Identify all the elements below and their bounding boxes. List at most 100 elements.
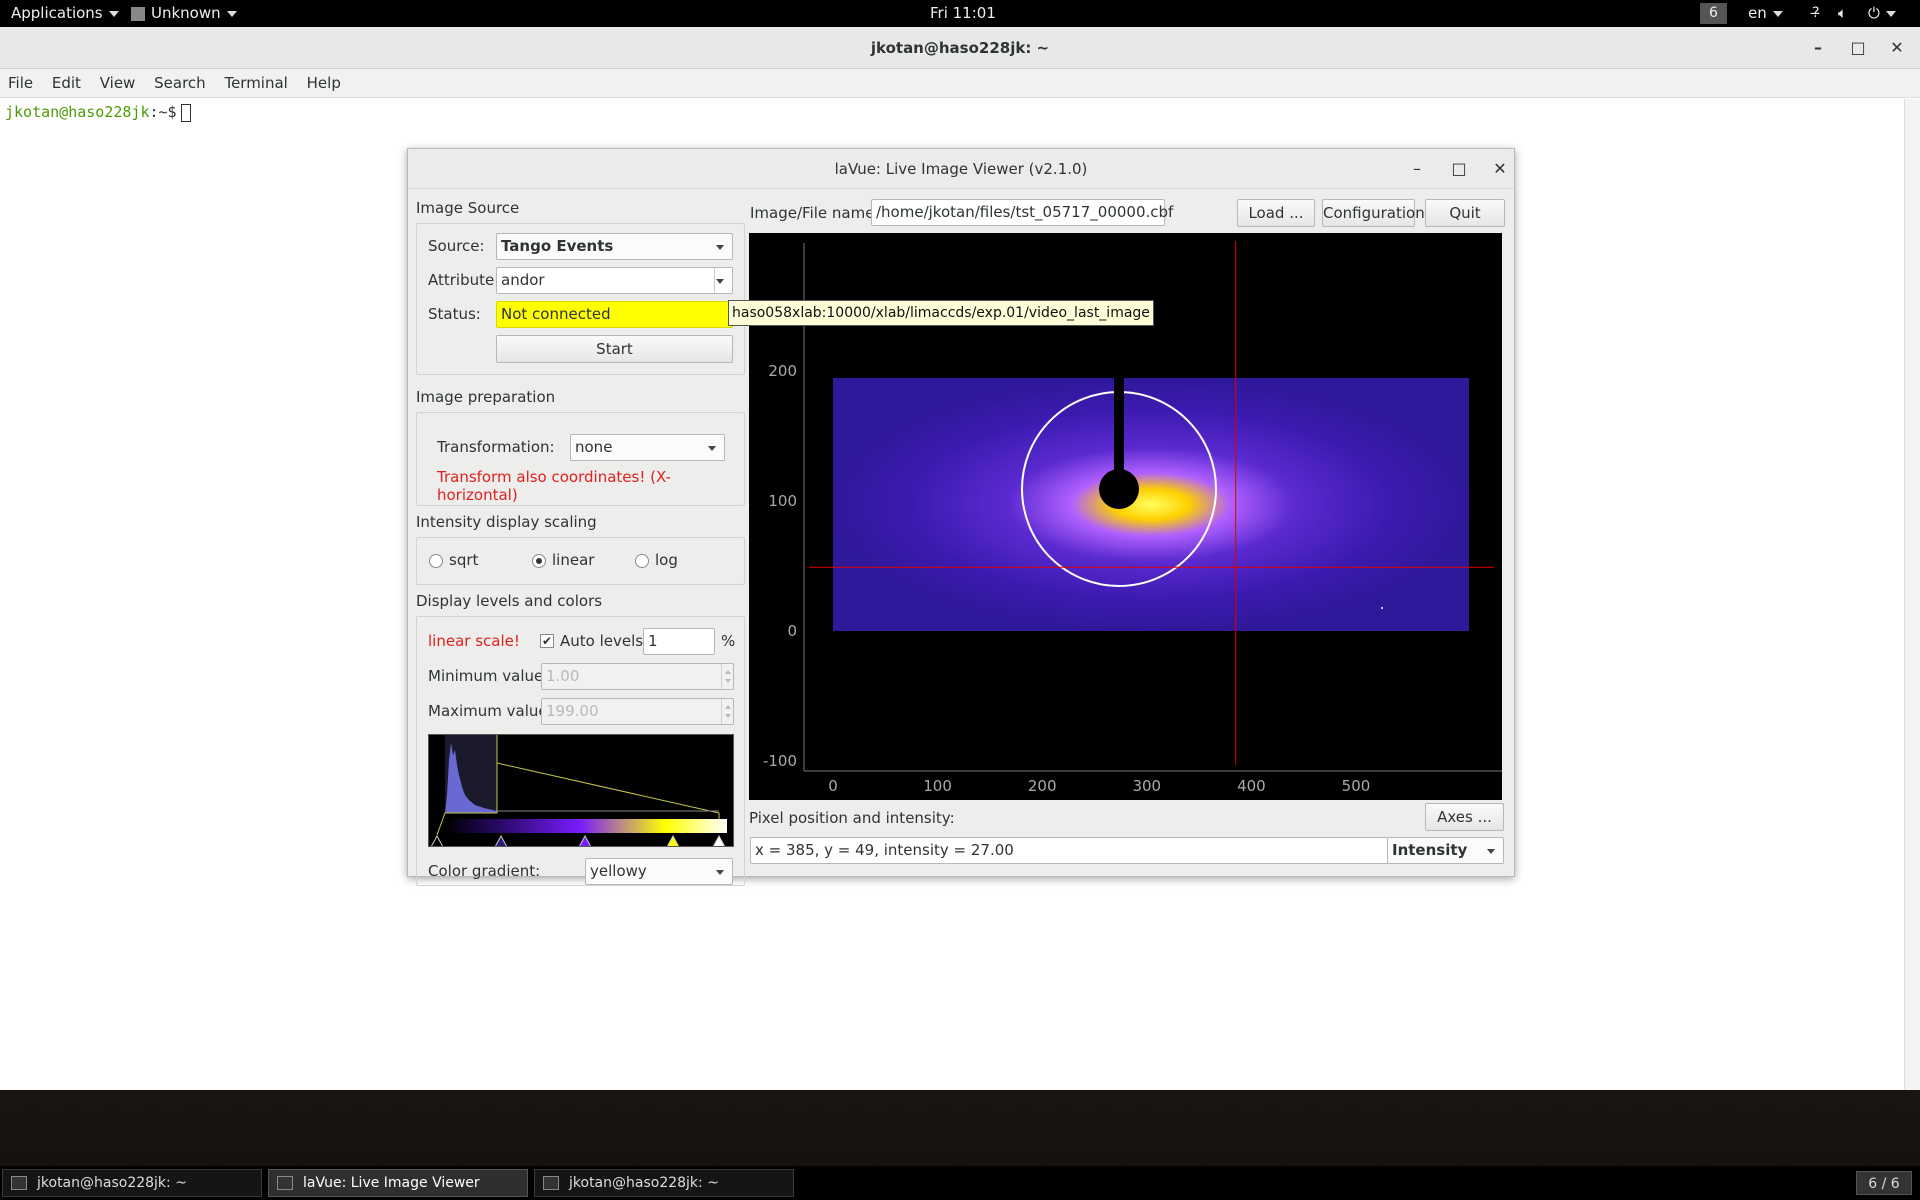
menu-help[interactable]: Help [307, 69, 341, 98]
applications-menu[interactable]: Applications [11, 0, 119, 27]
file-name-label: Image/File name: [750, 204, 880, 222]
terminal-cursor [180, 103, 191, 122]
y-tick-label: 0 [787, 622, 797, 640]
task-terminal-2[interactable]: jkotan@haso228jk: ~ [534, 1169, 794, 1197]
gradient-bar [445, 819, 727, 833]
transform-warning: Transform also coordinates! (X-horizonta… [437, 468, 671, 504]
chevron-down-icon [716, 279, 724, 284]
x-tick-label: 400 [1237, 777, 1266, 795]
prompt-user: jkotan@haso228jk [5, 103, 150, 121]
axes-button[interactable]: Axes ... [1425, 803, 1504, 831]
gradient-select[interactable]: yellowy [585, 858, 733, 885]
x-tick-label: 300 [1132, 777, 1161, 795]
y-tick-label: -100 [763, 752, 797, 770]
histogram-widget[interactable] [428, 734, 734, 847]
task-lavue[interactable]: laVue: Live Image Viewer (v2.1.0) [268, 1169, 528, 1197]
linear-label: linear [552, 551, 595, 569]
pixel-readout[interactable]: x = 385, y = 49, intensity = 27.00 [750, 837, 1388, 864]
power-icon[interactable]: ⏻ [1868, 0, 1896, 27]
spinner-icon [721, 699, 733, 724]
start-button[interactable]: Start [496, 335, 733, 363]
volume-icon[interactable]: 🔈︎ [1838, 0, 1847, 27]
transformation-select[interactable]: none [570, 434, 725, 461]
y-tick-label: 200 [768, 362, 797, 380]
radio-linear[interactable] [532, 554, 546, 568]
source-select[interactable]: Tango Events [496, 233, 733, 260]
menu-view[interactable]: View [100, 69, 136, 98]
workspace-indicator[interactable]: 6 [1700, 3, 1727, 24]
x-tick-label: 100 [923, 777, 952, 795]
source-label: Source: [428, 237, 485, 255]
histogram-svg [430, 735, 727, 847]
gradient-tick-3[interactable] [666, 834, 680, 847]
diffraction-pattern [833, 378, 1469, 631]
terminal-title: jkotan@haso228jk: ~ [870, 39, 1050, 57]
lavue-icon [277, 1176, 293, 1190]
minimize-icon[interactable]: – [1402, 149, 1432, 189]
beamstop [1099, 469, 1139, 509]
maximize-icon[interactable]: □ [1444, 149, 1474, 189]
percent-label: % [721, 632, 736, 650]
lavue-title: laVue: Live Image Viewer (v2.1.0) [834, 160, 1088, 178]
radio-log[interactable] [635, 554, 649, 568]
menu-edit[interactable]: Edit [52, 69, 81, 98]
image-prep-heading: Image preparation [416, 388, 556, 406]
maximize-icon[interactable]: □ [1843, 27, 1873, 69]
app-menu[interactable]: Unknown [131, 0, 237, 27]
status-badge: Not connected [496, 301, 733, 328]
menu-file[interactable]: File [8, 69, 33, 98]
x-tick-label: 500 [1342, 777, 1371, 795]
task-terminal-1[interactable]: jkotan@haso228jk: ~ [2, 1169, 262, 1197]
chevron-down-icon [1487, 849, 1495, 854]
minimize-icon[interactable]: – [1803, 27, 1833, 69]
language-menu[interactable]: en [1748, 0, 1783, 27]
hot-pixel [1381, 607, 1383, 609]
app-icon [131, 6, 145, 21]
file-path-input[interactable]: /home/jkotan/files/tst_05717_00000.cbf [871, 199, 1173, 226]
image-source-group: Source: Tango Events Attribute: andor St… [416, 223, 745, 375]
beamstop-arm [1114, 378, 1124, 483]
levels-group: linear scale! ✔ Auto levels 1 % Minimum … [416, 616, 745, 886]
control-panel: Image Source Source: Tango Events Attrib… [416, 199, 745, 886]
log-label: log [655, 551, 678, 569]
quit-button[interactable]: Quit [1425, 199, 1505, 227]
intensity-select[interactable]: Intensity [1387, 837, 1504, 864]
lavue-window: laVue: Live Image Viewer (v2.1.0) – □ ✕ … [407, 148, 1515, 886]
chevron-down-icon [716, 245, 724, 250]
x-tick-label: 200 [1028, 777, 1057, 795]
auto-levels-label: Auto levels [560, 632, 644, 650]
x-tick-label: 0 [828, 777, 838, 795]
image-source-heading: Image Source [416, 199, 520, 217]
status-label: Status: [428, 305, 481, 323]
close-icon[interactable]: ✕ [1485, 149, 1515, 189]
accessibility-icon[interactable]: ?̶ [1812, 0, 1819, 27]
scale-note: linear scale! [428, 632, 520, 650]
top-bar: Applications Unknown Fri 11:01 6 en ?̶ 🔈… [0, 0, 1920, 27]
gradient-tick-4[interactable] [712, 834, 726, 847]
auto-levels-checkbox[interactable]: ✔ [540, 634, 554, 648]
terminal-scrollbar[interactable] [1904, 99, 1920, 1090]
levels-heading: Display levels and colors [416, 592, 603, 610]
taskbar: jkotan@haso228jk: ~ laVue: Live Image Vi… [0, 1166, 1920, 1200]
menu-search[interactable]: Search [154, 69, 206, 98]
close-icon[interactable]: ✕ [1882, 27, 1912, 69]
terminal-icon [543, 1176, 559, 1190]
gradient-tick-1[interactable] [494, 834, 508, 847]
workspace-pager[interactable]: 6 / 6 [1856, 1171, 1912, 1195]
auto-levels-input[interactable]: 1 [643, 628, 715, 655]
configuration-button[interactable]: Configuration [1322, 199, 1425, 227]
radio-sqrt[interactable] [429, 554, 443, 568]
gradient-tick-2[interactable] [578, 834, 592, 847]
max-value-input[interactable]: 199.00 [541, 698, 734, 725]
attribute-combo[interactable]: andor [496, 267, 733, 294]
clock[interactable]: Fri 11:01 [930, 0, 996, 27]
lavue-titlebar: laVue: Live Image Viewer (v2.1.0) – □ ✕ [408, 149, 1514, 189]
spinner-icon [721, 664, 733, 689]
load-button[interactable]: Load ... [1237, 199, 1315, 227]
gradient-tick-0[interactable] [430, 834, 444, 847]
sqrt-label: sqrt [449, 551, 479, 569]
terminal-menubar: File Edit View Search Terminal Help [0, 69, 1920, 98]
min-value-input[interactable]: 1.00 [541, 663, 734, 690]
menu-terminal[interactable]: Terminal [224, 69, 287, 98]
terminal-titlebar: jkotan@haso228jk: ~ – □ ✕ [0, 27, 1920, 69]
